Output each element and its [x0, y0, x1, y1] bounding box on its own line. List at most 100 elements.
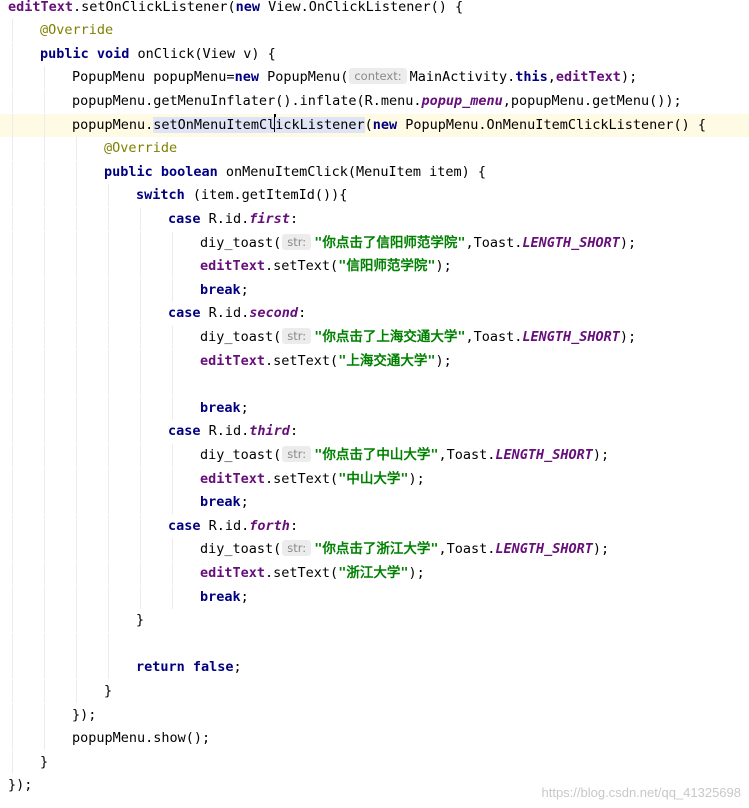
indent-guide: [44, 514, 45, 538]
indent-guide: [76, 184, 77, 208]
code-line[interactable]: diy_toast(str: "你点击了中山大学",Toast.LENGTH_SH…: [0, 443, 749, 467]
code-line[interactable]: break;: [0, 396, 749, 420]
indent-guide: [76, 538, 77, 562]
constant: LENGTH_SHORT: [495, 446, 593, 463]
code-line[interactable]: }: [0, 609, 749, 633]
code-text: :: [289, 210, 299, 227]
string-literal: "你点击了中山大学": [314, 446, 439, 463]
code-line[interactable]: PopupMenu popupMenu=new PopupMenu(contex…: [0, 66, 749, 90]
code-text: R.id.: [200, 305, 250, 322]
indent-guide: [12, 396, 13, 420]
code-content: diy_toast(str: "你点击了浙江大学",Toast.LENGTH_SH…: [200, 538, 609, 561]
indent-guide: [44, 396, 45, 420]
code-text: });: [72, 706, 97, 723]
code-text: );: [592, 446, 610, 463]
indent-guide: [140, 538, 141, 562]
code-line[interactable]: [0, 632, 749, 656]
code-text: .setText(: [265, 352, 339, 369]
code-content: diy_toast(str: "你点击了中山大学",Toast.LENGTH_SH…: [200, 444, 609, 467]
indent-guide: [12, 703, 13, 727]
string-literal: "中山大学": [338, 470, 409, 487]
code-line[interactable]: }: [0, 750, 749, 774]
code-line[interactable]: case R.id.third:: [0, 420, 749, 444]
indent-guide: [12, 207, 13, 231]
code-line[interactable]: }: [0, 679, 749, 703]
code-text: onMenuItemClick(MenuItem item) {: [217, 163, 487, 180]
field-ref: editText: [200, 352, 266, 369]
indent-guide: [76, 278, 77, 302]
indent-guide: [44, 66, 45, 90]
indent-guide: [172, 373, 173, 397]
keyword: break: [200, 399, 241, 416]
code-line[interactable]: case R.id.second:: [0, 302, 749, 326]
indent-guide: [140, 396, 141, 420]
code-line[interactable]: case R.id.forth:: [0, 514, 749, 538]
code-content: popupMenu.show();: [72, 727, 210, 750]
constant: second: [249, 305, 299, 322]
code-line[interactable]: diy_toast(str: "你点击了上海交通大学",Toast.LENGTH_…: [0, 325, 749, 349]
code-text: popupMenu.show();: [72, 730, 211, 747]
indent-guide: [108, 514, 109, 538]
code-line[interactable]: switch (item.getItemId()){: [0, 184, 749, 208]
code-text: .setText(: [265, 258, 339, 275]
code-text: .setText(: [265, 470, 339, 487]
code-line[interactable]: editText.setText("浙江大学");: [0, 561, 749, 585]
code-line[interactable]: [0, 373, 749, 397]
parameter-hint: str:: [282, 233, 312, 250]
code-line[interactable]: popupMenu.setOnMenuItemClickListener(new…: [0, 113, 749, 137]
indent-guide: [140, 325, 141, 349]
code-text: );: [620, 69, 638, 86]
code-text: :: [298, 305, 307, 322]
parameter-hint: context:: [349, 68, 407, 85]
indent-guide: [44, 491, 45, 515]
indent-guide: [12, 727, 13, 751]
code-line[interactable]: case R.id.first:: [0, 207, 749, 231]
code-content: break;: [200, 491, 249, 514]
constant: LENGTH_SHORT: [495, 541, 593, 558]
indent-guide: [44, 302, 45, 326]
code-line[interactable]: popupMenu.show();: [0, 727, 749, 751]
code-line[interactable]: public void onClick(View v) {: [0, 42, 749, 66]
indent-guide: [108, 349, 109, 373]
field-ref: editText: [200, 258, 266, 275]
code-line[interactable]: editText.setText("中山大学");: [0, 467, 749, 491]
indent-guide: [44, 467, 45, 491]
code-line[interactable]: break;: [0, 585, 749, 609]
indent-guide: [76, 373, 77, 397]
code-line[interactable]: popupMenu.getMenuInflater().inflate(R.me…: [0, 89, 749, 113]
indent-guide: [12, 113, 13, 137]
keyword: break: [200, 281, 241, 298]
code-line[interactable]: diy_toast(str: "你点击了信阳师范学院",Toast.LENGTH_…: [0, 231, 749, 255]
code-line[interactable]: editText.setOnClickListener(new View.OnC…: [0, 0, 749, 19]
code-line[interactable]: });: [0, 703, 749, 727]
code-line[interactable]: diy_toast(str: "你点击了浙江大学",Toast.LENGTH_SH…: [0, 538, 749, 562]
indent-guide: [76, 207, 77, 231]
indent-guide: [172, 561, 173, 585]
string-literal: "上海交通大学": [338, 352, 436, 369]
indent-guide: [108, 561, 109, 585]
indent-guide: [172, 231, 173, 255]
code-line[interactable]: @Override: [0, 137, 749, 161]
code-line[interactable]: @Override: [0, 19, 749, 43]
code-text: ,: [547, 69, 556, 86]
code-text: .setText(: [265, 564, 339, 581]
code-text: ;: [240, 494, 249, 511]
code-content: case R.id.forth:: [168, 515, 298, 538]
code-line[interactable]: editText.setText("信阳师范学院");: [0, 255, 749, 279]
indent-guide: [172, 467, 173, 491]
code-line[interactable]: return false;: [0, 656, 749, 680]
code-line[interactable]: break;: [0, 491, 749, 515]
indent-guide: [108, 278, 109, 302]
code-editor[interactable]: editText.setOnClickListener(new View.OnC…: [0, 0, 749, 808]
code-line[interactable]: public boolean onMenuItemClick(MenuItem …: [0, 160, 749, 184]
code-content: public boolean onMenuItemClick(MenuItem …: [104, 161, 486, 184]
indent-guide: [12, 184, 13, 208]
indent-guide: [12, 609, 13, 633]
code-line[interactable]: editText.setText("上海交通大学");: [0, 349, 749, 373]
code-text: (item.getItemId()){: [184, 187, 348, 204]
parameter-hint: str:: [282, 445, 312, 462]
indent-guide: [44, 373, 45, 397]
code-line[interactable]: break;: [0, 278, 749, 302]
keyword: switch: [136, 187, 185, 204]
indent-guide: [108, 538, 109, 562]
